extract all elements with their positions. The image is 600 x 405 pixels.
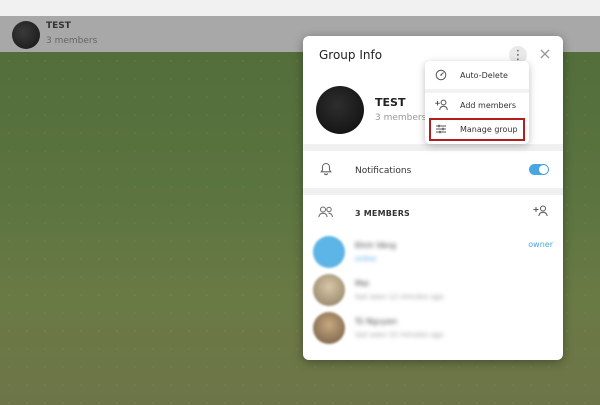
chat-avatar — [12, 21, 40, 49]
divider — [303, 144, 563, 151]
menu-item-add-members[interactable]: Add members — [425, 95, 529, 117]
member-name: Đinh Vàng — [355, 241, 397, 250]
notifications-toggle[interactable] — [529, 164, 549, 175]
member-row[interactable]: Mai last seen 12 minutes ago — [313, 274, 553, 310]
panel-title: Group Info — [319, 48, 383, 62]
chat-title: TEST — [46, 21, 71, 31]
member-avatar — [313, 236, 345, 268]
members-header: 3 MEMBERS — [355, 209, 411, 218]
menu-item-label: Add members — [460, 101, 516, 110]
member-avatar — [313, 274, 345, 306]
bell-icon — [319, 162, 333, 180]
members-icon — [318, 206, 334, 222]
group-avatar[interactable] — [316, 86, 364, 134]
menu-item-label: Auto-Delete — [460, 71, 508, 80]
member-row[interactable]: Tú Nguyen last seen 15 minutes ago — [313, 312, 553, 348]
member-name: Mai — [355, 279, 370, 288]
group-name: TEST — [375, 96, 406, 109]
divider — [303, 188, 563, 195]
timer-icon — [435, 69, 447, 84]
member-role: owner — [528, 240, 553, 249]
member-status: online — [355, 255, 377, 263]
add-member-icon — [435, 99, 449, 114]
member-row[interactable]: Đinh Vàng online owner — [313, 236, 553, 272]
member-status: last seen 15 minutes ago — [355, 331, 444, 339]
add-member-icon[interactable] — [533, 205, 549, 220]
menu-item-auto-delete[interactable]: Auto-Delete — [425, 65, 529, 87]
member-avatar — [313, 312, 345, 344]
manage-group-highlight — [429, 118, 525, 141]
member-status: last seen 12 minutes ago — [355, 293, 444, 301]
group-member-count: 3 members — [375, 113, 427, 123]
member-name: Tú Nguyen — [355, 317, 398, 326]
menu-separator — [425, 89, 529, 93]
notifications-label: Notifications — [355, 166, 412, 176]
chat-subtitle: 3 members — [46, 36, 98, 46]
window-top-strip — [0, 0, 600, 16]
close-icon[interactable]: × — [537, 46, 553, 62]
toggle-knob — [539, 165, 548, 174]
